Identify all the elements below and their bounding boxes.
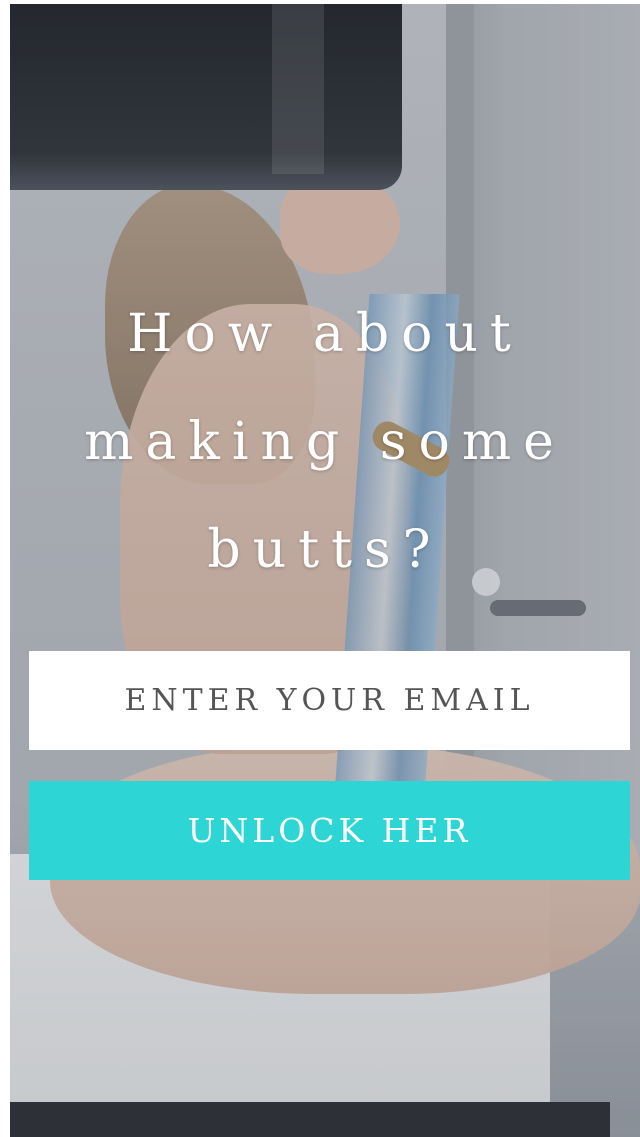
landing-page: How about making some butts? UNLOCK HER (0, 0, 640, 1137)
email-input[interactable] (29, 651, 630, 750)
unlock-button[interactable]: UNLOCK HER (29, 781, 630, 880)
headline: How about making some butts? (84, 304, 566, 580)
